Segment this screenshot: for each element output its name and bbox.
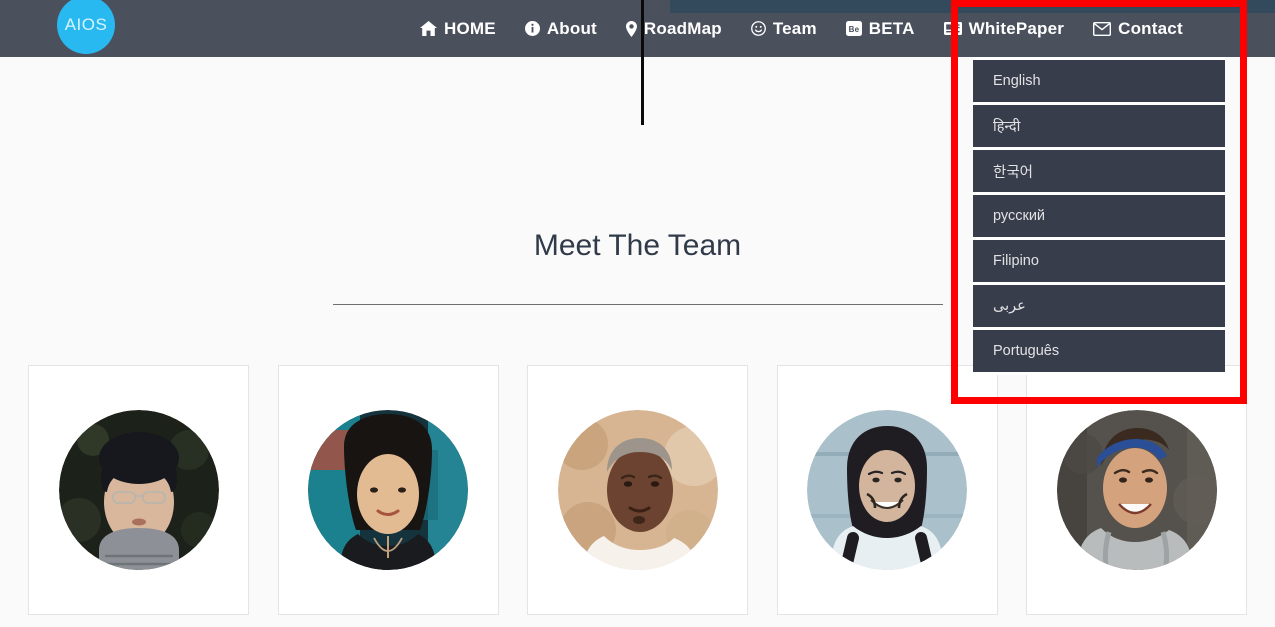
language-option-label: русский xyxy=(993,208,1046,224)
language-option-label: हिन्दी xyxy=(993,119,1021,135)
title-divider xyxy=(332,304,943,305)
svg-text:Be: Be xyxy=(848,25,859,34)
nav-item-beta-label: BETA xyxy=(868,18,915,38)
language-option-label: English xyxy=(993,73,1041,89)
language-option-hindi[interactable]: हिन्दी xyxy=(973,105,1225,147)
info-circle-icon xyxy=(524,21,540,36)
nav-item-home-label: HOME xyxy=(444,18,496,38)
language-option-filipino[interactable]: Filipino xyxy=(973,240,1225,282)
nav-item-about-label: About xyxy=(546,18,597,38)
top-navigation-bar: AIOS HOME About RoadMap Team Be BETA Whi… xyxy=(0,0,1275,57)
nav-item-contact[interactable]: Contact xyxy=(1093,19,1183,39)
site-logo[interactable]: AIOS xyxy=(57,0,115,54)
team-members-row xyxy=(0,365,1275,615)
team-member-card-2[interactable] xyxy=(277,365,499,615)
language-option-label: 한국어 xyxy=(993,164,1034,181)
nav-item-about[interactable]: About xyxy=(524,18,597,39)
team-member-card-5[interactable] xyxy=(1026,365,1247,615)
avatar-photo-1 xyxy=(58,410,219,570)
nav-item-home[interactable]: HOME xyxy=(420,19,496,39)
language-option-russian[interactable]: русский xyxy=(973,195,1225,237)
language-dropdown-menu: English हिन्दी 한국어 русский Filipino عربى… xyxy=(973,57,1225,375)
nav-item-beta[interactable]: Be BETA xyxy=(845,18,915,39)
nav-item-team-label: Team xyxy=(772,18,817,38)
home-icon xyxy=(420,21,437,36)
language-option-arabic[interactable]: عربى xyxy=(973,285,1225,327)
smiley-icon xyxy=(750,21,766,36)
language-option-korean[interactable]: 한국어 xyxy=(973,150,1225,192)
page-root: AIOS HOME About RoadMap Team Be BETA Whi… xyxy=(0,0,1275,627)
avatar-photo-4 xyxy=(807,410,967,570)
language-option-portuguese[interactable]: Português xyxy=(973,330,1225,372)
avatar-photo-5 xyxy=(1056,410,1217,570)
nav-item-contact-label: Contact xyxy=(1118,18,1183,38)
text-cursor-caret xyxy=(641,0,644,125)
logo-text: AIOS xyxy=(64,15,108,34)
avatar-photo-2 xyxy=(308,410,468,570)
team-member-card-4[interactable] xyxy=(776,365,998,615)
map-marker-icon xyxy=(625,20,637,37)
team-member-card-1[interactable] xyxy=(28,365,249,615)
language-option-label: Filipino xyxy=(993,253,1039,269)
avatar xyxy=(1056,410,1217,570)
language-option-label: عربى xyxy=(993,298,1026,314)
language-option-english[interactable]: English xyxy=(973,60,1225,102)
nav-links: HOME About RoadMap Team Be BETA WhitePap… xyxy=(420,0,1183,57)
nav-item-whitepaper[interactable]: WhitePaper xyxy=(943,18,1065,39)
language-option-label: Português xyxy=(993,343,1060,359)
newspaper-icon xyxy=(943,21,962,36)
avatar xyxy=(557,410,718,570)
nav-item-whitepaper-label: WhitePaper xyxy=(968,18,1065,38)
team-member-card-3[interactable] xyxy=(527,365,748,615)
avatar xyxy=(807,410,967,570)
avatar xyxy=(58,410,219,570)
avatar xyxy=(308,410,468,570)
nav-item-team[interactable]: Team xyxy=(750,18,817,39)
nav-item-roadmap-label: RoadMap xyxy=(643,18,722,38)
behance-square-icon: Be xyxy=(845,21,862,36)
avatar-photo-3 xyxy=(557,410,718,570)
envelope-icon xyxy=(1093,21,1112,36)
